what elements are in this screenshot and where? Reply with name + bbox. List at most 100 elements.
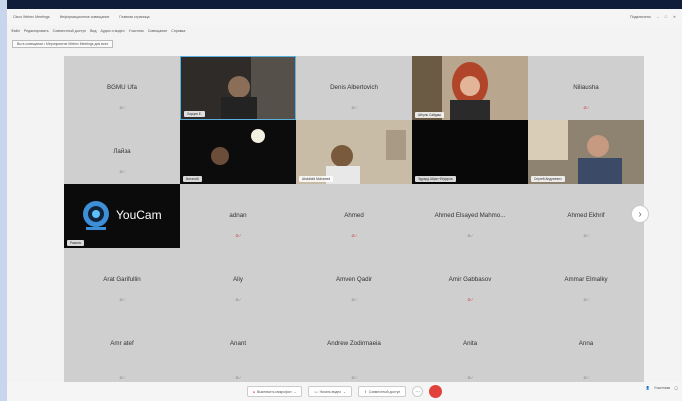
share-screen-icon: ⇪ <box>363 389 367 394</box>
video-name-tag: Айгуль Сайдаш <box>415 112 445 118</box>
microphone-icon: ● <box>252 389 255 394</box>
participant-name: Anita <box>462 340 478 347</box>
participant-tile[interactable]: Niliausha ⊘ ⁄ <box>528 56 644 120</box>
participant-name: BGMU Ufa <box>107 84 137 92</box>
chevron-down-icon: ⌄ <box>293 389 297 394</box>
participant-name: adnan <box>229 212 247 220</box>
participant-tile[interactable]: Anna ⊘ ⁄ <box>528 312 644 382</box>
participant-tile[interactable]: BGMU Ufa ⊘ ⁄ <box>64 56 180 120</box>
mic-muted-icon: ⊘ ⁄ <box>583 297 589 302</box>
menu-view[interactable]: Вид <box>90 29 97 33</box>
video-tile[interactable]: YouCam Рамиль <box>64 184 180 248</box>
participant-name: Ammar Elmalky <box>564 276 608 284</box>
participant-tile[interactable]: Ahmed Ekhrif ⊘ ⁄ <box>528 184 644 248</box>
participant-tile[interactable]: Amr atef ⊘ ⁄ <box>64 312 180 382</box>
mic-muted-icon: ⊘ ⁄ <box>119 169 125 174</box>
mic-muted-icon: ⊘ ⁄ <box>351 375 357 380</box>
video-feed <box>180 120 296 184</box>
participant-tile[interactable]: Ahmed Elsayed Mahmo... ⊘ ⁄ <box>412 184 528 248</box>
video-feed <box>296 120 412 184</box>
participant-tile[interactable]: Anita ⊘ ⁄ <box>412 312 528 382</box>
end-meeting-button[interactable] <box>429 385 443 398</box>
more-options-button[interactable]: ··· <box>412 386 424 397</box>
participant-name: Лайза <box>113 148 131 156</box>
mic-muted-icon: ⊘ ⁄ <box>467 233 473 238</box>
menu-participant[interactable]: Участник <box>129 29 144 33</box>
share-button[interactable]: ⇪ Совместный доступ <box>357 386 407 397</box>
participant-name: Ahmed Elsayed Mahmo... <box>434 212 506 220</box>
next-page-arrow-icon[interactable]: › <box>631 205 649 223</box>
mic-muted-icon: ⊘ ⁄ <box>119 297 125 302</box>
start-video-button[interactable]: ▭ Начать видео ⌄ <box>308 386 352 397</box>
chevron-down-icon: ⌄ <box>343 389 346 394</box>
participant-tile[interactable]: Ahmed ⊘ ⁄ <box>296 184 412 248</box>
mute-label: Выключить микрофон <box>256 389 292 394</box>
participant-name: Aliy <box>233 276 243 284</box>
participant-tile[interactable]: Denis Albertovich ⊘ ⁄ <box>296 56 412 120</box>
menu-file[interactable]: Файл <box>11 29 20 33</box>
connection-status: Подключено <box>630 15 651 19</box>
participant-name: Niliausha <box>573 84 599 92</box>
video-feed <box>528 120 644 184</box>
participant-name: Arat Garifullin <box>103 276 141 284</box>
participant-tile[interactable]: Arat Garifullin ⊘ ⁄ <box>64 248 180 312</box>
video-feed <box>412 56 528 120</box>
meeting-title[interactable]: Информационное совещание <box>60 15 110 19</box>
video-name-tag: Сергей Андреевич <box>531 176 565 182</box>
participant-name: Andrew Zodirmaeia <box>327 340 381 347</box>
menu-audio-video[interactable]: Аудио и видео <box>100 29 124 33</box>
video-tile[interactable]: Ларцев Е. <box>180 56 296 120</box>
mic-muted-icon: ⊘ ⁄ <box>583 375 589 380</box>
home-link[interactable]: Главная страница <box>119 15 149 19</box>
participant-tile[interactable]: adnan ⊘ ⁄ <box>180 184 296 248</box>
participants-panel-toggle[interactable]: 👤 Участники ◯ <box>646 386 678 390</box>
youcam-label: YouCam <box>116 208 162 222</box>
meeting-window: Cisco Webex Meetings Информационное сове… <box>7 0 682 401</box>
participant-name: Amr atef <box>110 340 134 347</box>
participant-tile[interactable]: Aliy ⊘ ⁄ <box>180 248 296 312</box>
mic-muted-icon: ⊘ ⁄ <box>583 233 589 238</box>
menu-help[interactable]: Справка <box>171 29 185 33</box>
video-name-tag: Эдуард Айрат Фёдоров <box>415 176 456 182</box>
window-top-strip <box>7 0 682 9</box>
video-name-tag: Abdullahi Mohamed <box>299 176 334 182</box>
mic-muted-icon: ⊘ ⁄ <box>119 375 125 380</box>
video-tile[interactable]: Айгуль Сайдаш <box>412 56 528 120</box>
participant-tile[interactable]: Amir Gabbasov ⊘ ⁄ <box>412 248 528 312</box>
menu-meeting[interactable]: Совещание <box>148 29 167 33</box>
minimize-button[interactable]: – <box>657 15 659 19</box>
video-tile[interactable]: Виталий <box>180 120 296 184</box>
mic-muted-icon: ⊘ ⁄ <box>583 105 589 110</box>
meeting-info-chip[interactable]: Вы в совещании • Мероприятие Webex Meeti… <box>12 40 114 48</box>
mic-muted-icon: ⊘ ⁄ <box>351 105 357 110</box>
menu-bar: Файл Редактировать Совместный доступ Вид… <box>7 25 682 36</box>
video-camera-icon: ▭ <box>314 389 318 394</box>
maximize-button[interactable]: □ <box>665 15 667 19</box>
video-name-tag: Ларцев Е. <box>184 111 205 117</box>
participant-tile[interactable]: Amven Qadir ⊘ ⁄ <box>296 248 412 312</box>
video-tile[interactable]: Сергей Андреевич <box>528 120 644 184</box>
participant-name: Ahmed <box>344 212 364 220</box>
menu-edit[interactable]: Редактировать <box>24 29 49 33</box>
participant-name: Denis Albertovich <box>330 84 378 92</box>
video-tile[interactable]: Эдуард Айрат Фёдоров <box>412 120 528 184</box>
mute-button[interactable]: ● Выключить микрофон ⌄ <box>246 386 303 397</box>
menu-share[interactable]: Совместный доступ <box>53 29 86 33</box>
mic-muted-icon: ⊘ ⁄ <box>351 297 357 302</box>
participant-name: Amir Gabbasov <box>448 276 492 284</box>
participant-tile[interactable]: Ammar Elmalky ⊘ ⁄ <box>528 248 644 312</box>
participants-label: Участники <box>654 386 671 390</box>
close-button[interactable]: ✕ <box>673 15 676 19</box>
mic-muted-icon: ⊘ ⁄ <box>235 233 241 238</box>
participant-tile[interactable]: Лайза ⊘ ⁄ <box>64 120 180 184</box>
video-tile[interactable]: Abdullahi Mohamed <box>296 120 412 184</box>
mic-muted-icon: ⊘ ⁄ <box>351 233 357 238</box>
participant-tile[interactable]: Anant ⊘ ⁄ <box>180 312 296 382</box>
participant-name: Anna <box>578 340 594 347</box>
chat-icon: ◯ <box>674 386 678 390</box>
title-bar: Cisco Webex Meetings Информационное сове… <box>7 9 682 25</box>
mic-muted-icon: ⊘ ⁄ <box>235 375 241 380</box>
meeting-controls-bar: ● Выключить микрофон ⌄ ▭ Начать видео ⌄ … <box>7 382 682 401</box>
participant-tile[interactable]: Andrew Zodirmaeia ⊘ ⁄ <box>296 312 412 382</box>
video-name-tag: Виталий <box>183 176 202 182</box>
